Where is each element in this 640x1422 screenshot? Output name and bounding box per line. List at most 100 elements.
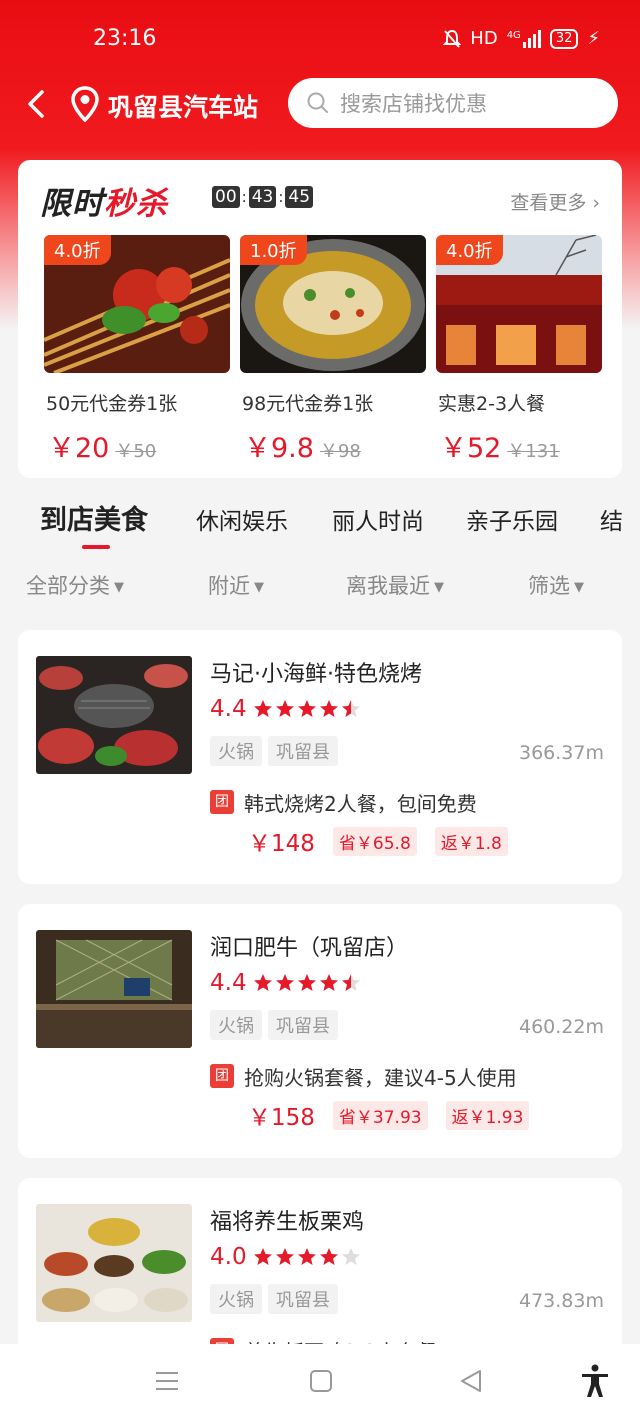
filter-label: 筛选: [528, 574, 570, 598]
tab-wedding[interactable]: 结: [600, 502, 623, 536]
system-navigation-bar: [0, 1344, 640, 1422]
countdown-timer: 00 : 43 : 45: [212, 186, 314, 208]
deal-price: ￥20: [48, 433, 110, 464]
back-triangle-icon[interactable]: [458, 1368, 484, 1394]
star-full-icon: [297, 1248, 316, 1265]
shop-tag: 巩留县: [268, 1010, 338, 1040]
tab-food[interactable]: 到店美食: [40, 498, 148, 537]
flash-title-prefix: 限时: [40, 186, 104, 222]
see-more-link[interactable]: 查看更多 ›: [510, 188, 600, 215]
location-pin-icon: [71, 86, 99, 122]
star-half-icon: [341, 974, 360, 991]
star-full-icon: [297, 700, 316, 717]
deal-image-skewers: 4.0折: [44, 235, 230, 373]
rating-row: 4.4: [210, 696, 361, 722]
deal-price-row: ￥9.8 ￥98: [240, 426, 426, 465]
deal-item[interactable]: 1.0折 98元代金券1张 ￥9.8 ￥98: [240, 235, 426, 465]
rating-score: 4.4: [210, 970, 247, 996]
status-icons: HD 4G 32 ⚡: [443, 28, 600, 49]
deal-image-restaurant: 4.0折: [436, 235, 602, 373]
deal-price: ￥158: [248, 1105, 315, 1131]
shop-name: 润口肥牛（巩留店）: [210, 936, 409, 961]
caret-down-icon: ▼: [434, 579, 444, 595]
flash-sale-title: 限时秒杀: [40, 178, 168, 223]
back-button[interactable]: [20, 84, 56, 124]
countdown-separator: :: [278, 188, 284, 206]
header: 巩留县汽车站 搜索店铺找优惠: [0, 78, 640, 130]
caret-down-icon: ▼: [254, 579, 264, 595]
battery-icon: 32: [549, 28, 579, 49]
filter-label: 全部分类: [26, 574, 110, 598]
star-full-icon: [319, 1248, 338, 1265]
deal-item[interactable]: 4.0折 实惠2-3人餐 ￥52 ￥131: [436, 235, 602, 465]
filter-nearby[interactable]: 附近 ▼: [208, 570, 264, 600]
cashback-badge: 返￥1.93: [445, 1100, 530, 1130]
discount-badge: 1.0折: [240, 235, 307, 265]
savings-badge: 省￥37.93: [332, 1100, 428, 1130]
location-selector[interactable]: 巩留县汽车站: [108, 88, 258, 124]
shop-tag: 火锅: [210, 736, 262, 766]
group-deal-icon: 团: [210, 1064, 234, 1088]
star-half-icon: [341, 700, 360, 717]
shop-image-bbq: [36, 656, 192, 774]
search-icon: [307, 92, 328, 113]
flash-sale-card: 限时秒杀 00 : 43 : 45 查看更多 › 4.0折 50元代金券1张 ￥…: [18, 160, 622, 478]
rating-row: 4.4: [210, 970, 361, 996]
filter-label: 离我最近: [346, 574, 430, 598]
shop-tag: 火锅: [210, 1010, 262, 1040]
shop-name: 福将养生板栗鸡: [210, 1210, 365, 1235]
shop-distance: 366.37m: [519, 742, 604, 764]
deal-original-price: ￥50: [115, 441, 157, 462]
search-input[interactable]: 搜索店铺找优惠: [288, 78, 618, 128]
shop-card[interactable]: 马记·小海鲜·特色烧烤 4.4 火锅 巩留县 366.37m 团 韩式烧烤2人餐…: [18, 630, 622, 884]
discount-badge: 4.0折: [44, 235, 111, 265]
tab-family[interactable]: 亲子乐园: [466, 502, 558, 536]
discount-badge: 4.0折: [436, 235, 503, 265]
tab-beauty[interactable]: 丽人时尚: [332, 502, 424, 536]
shop-card[interactable]: 福将养生板栗鸡 4.0 火锅 巩留县 473.83m 团 养生板栗鸡2-3人套餐: [18, 1178, 622, 1364]
deal-name: 实惠2-3人餐: [438, 393, 546, 415]
star-full-icon: [275, 1248, 294, 1265]
group-deal-icon: 团: [210, 790, 234, 814]
shop-name: 马记·小海鲜·特色烧烤: [210, 662, 422, 687]
shop-tag: 巩留县: [268, 736, 338, 766]
status-bar: 23:16 HD 4G 32 ⚡: [0, 0, 640, 80]
mute-bell-icon: [443, 29, 462, 48]
rating-score: 4.0: [210, 1244, 247, 1270]
active-tab-indicator: [82, 545, 110, 549]
menu-icon[interactable]: [154, 1368, 180, 1394]
flash-title-highlight: 秒杀: [104, 186, 168, 222]
deal-price: ￥52: [440, 433, 502, 464]
shop-image-hotpot-interior: [36, 930, 192, 1048]
shop-card[interactable]: 润口肥牛（巩留店） 4.4 火锅 巩留县 460.22m 团 抢购火锅套餐，建议…: [18, 904, 622, 1158]
deal-price-row: ￥148 省￥65.8 返￥1.8: [248, 824, 508, 858]
deal-original-price: ￥131: [507, 441, 560, 462]
deal-price: ￥148: [248, 831, 315, 857]
filter-screen[interactable]: 筛选 ▼: [528, 570, 584, 600]
network-type: HD: [470, 28, 498, 49]
filter-category[interactable]: 全部分类 ▼: [26, 570, 124, 600]
countdown-seconds: 45: [285, 186, 314, 208]
deal-price-row: ￥20 ￥50: [44, 426, 230, 465]
deal-name: 98元代金券1张: [242, 393, 374, 415]
home-square-icon[interactable]: [308, 1368, 334, 1394]
star-rating: [253, 699, 361, 719]
caret-down-icon: ▼: [114, 579, 124, 595]
deal-original-price: ￥98: [319, 441, 361, 462]
accessibility-icon[interactable]: [580, 1364, 610, 1398]
tab-entertainment[interactable]: 休闲娱乐: [196, 502, 288, 536]
signal-label: 4G: [506, 29, 521, 41]
deal-description: 韩式烧烤2人餐，包间免费: [244, 792, 477, 816]
filter-label: 附近: [208, 574, 250, 598]
filter-sort[interactable]: 离我最近 ▼: [346, 570, 444, 600]
deal-item[interactable]: 4.0折 50元代金券1张 ￥20 ￥50: [44, 235, 230, 465]
caret-down-icon: ▼: [574, 579, 584, 595]
star-rating: [253, 973, 361, 993]
star-full-icon: [275, 700, 294, 717]
star-empty-icon: [341, 1248, 360, 1265]
star-full-icon: [253, 974, 272, 991]
deal-price: ￥9.8: [244, 433, 314, 464]
deal-description: 抢购火锅套餐，建议4-5人使用: [244, 1066, 517, 1090]
deal-name: 50元代金券1张: [46, 393, 178, 415]
shop-distance: 460.22m: [519, 1016, 604, 1038]
